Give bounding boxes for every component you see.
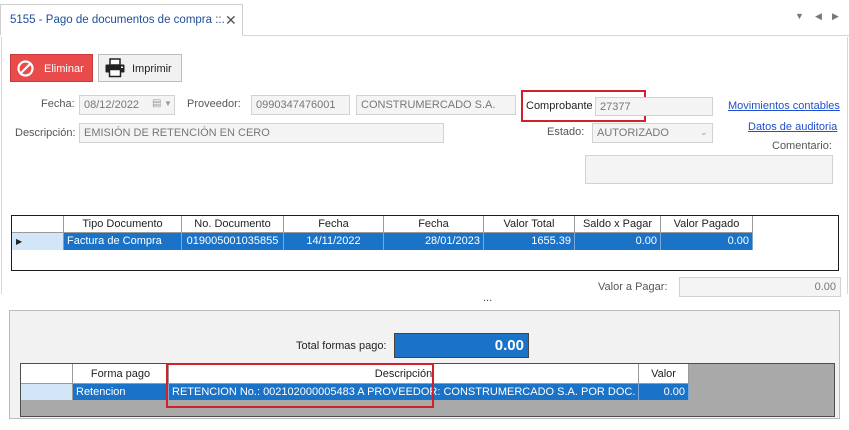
row-indicator[interactable] [21,384,73,400]
comprobante-field: 27377 [595,97,713,116]
movimientos-contables-link[interactable]: Movimientos contables [728,100,840,112]
scroll-left-icon[interactable]: ◀ [815,11,822,22]
proveedor-name-value: CONSTRUMERCADO S.A. [361,99,496,111]
grid-header-indicator [12,216,64,233]
row-pointer-icon: ▶ [16,237,23,246]
estado-label: Estado: [547,126,585,138]
proveedor-name-field: CONSTRUMERCADO S.A. [356,95,516,115]
valor-pagar-value: 0.00 [814,281,836,293]
comprobante-value: 27377 [600,101,631,113]
table-cell[interactable]: 1655.39 [484,233,575,250]
table-cell[interactable]: 28/01/2023 [384,233,484,250]
prohibited-icon [17,60,34,77]
comprobante-label: Comprobante [526,100,593,112]
table-cell[interactable]: 0.00 [575,233,661,250]
descripcion-label: Descripción: [15,127,76,139]
comentario-field[interactable] [585,155,833,184]
delete-button-label: Eliminar [44,63,84,75]
print-button[interactable]: Imprimir [98,54,182,82]
descripcion-highlight [166,363,434,408]
table-cell[interactable]: 019005001035855 [182,233,284,250]
dropdown-arrow-icon[interactable]: ▼ [795,11,804,21]
fecha-label: Fecha: [41,98,75,110]
column-header[interactable]: Fecha [384,216,484,233]
comentario-label: Comentario: [772,140,832,152]
scroll-right-icon[interactable]: ▶ [832,11,839,22]
table-cell[interactable]: 14/11/2022 [284,233,384,250]
total-formas-pago-label: Total formas pago: [296,340,387,352]
row-indicator[interactable]: ▶ [12,233,64,250]
total-formas-pago-value: 0.00 [394,333,529,358]
column-header[interactable]: Valor Total [484,216,575,233]
column-header[interactable]: Tipo Documento [64,216,182,233]
documents-grid: Tipo Documento No. Documento Fecha Fecha… [11,215,839,271]
column-header[interactable]: Valor [639,364,689,384]
estado-chevron-icon[interactable]: ⌄ [700,127,708,138]
table-cell[interactable]: 0.00 [639,384,689,400]
tab-bar: 5155 - Pago de documentos de compra ::. … [0,0,849,36]
column-header[interactable]: Fecha [284,216,384,233]
proveedor-ruc-field: 0990347476001 [251,95,350,115]
fecha-value: 08/12/2022 [84,99,140,111]
splitter-handle[interactable]: ... [483,292,492,304]
estado-value: AUTORIZADO [597,127,669,139]
descripcion-value: EMISIÓN DE RETENCIÓN EN CERO [84,127,270,139]
datos-auditoria-link[interactable]: Datos de auditoria [748,121,837,133]
calendar-icon[interactable]: ▤ [152,98,161,109]
descripcion-field[interactable]: EMISIÓN DE RETENCIÓN EN CERO [79,123,444,143]
grid-header-indicator [21,364,73,384]
proveedor-ruc-value: 0990347476001 [256,99,336,111]
chevron-down-icon[interactable]: ▼ [164,99,172,108]
table-cell[interactable]: Factura de Compra [64,233,182,250]
document-tab[interactable]: 5155 - Pago de documentos de compra ::. … [0,4,243,36]
valor-pagar-label: Valor a Pagar: [598,281,668,293]
table-cell[interactable]: Retencion [73,384,169,400]
printer-icon [105,58,125,78]
close-icon[interactable]: ✕ [225,12,237,29]
column-header[interactable]: Valor Pagado [661,216,753,233]
column-header[interactable]: Saldo x Pagar [575,216,661,233]
delete-button[interactable]: Eliminar [10,54,93,82]
column-header[interactable]: Forma pago [73,364,169,384]
tab-title: 5155 - Pago de documentos de compra ::. [10,14,225,26]
column-header[interactable]: No. Documento [182,216,284,233]
print-button-label: Imprimir [132,63,172,75]
valor-pagar-field: 0.00 [679,277,841,297]
proveedor-label: Proveedor: [187,98,241,110]
table-cell[interactable]: 0.00 [661,233,753,250]
estado-select[interactable]: AUTORIZADO [592,123,713,143]
